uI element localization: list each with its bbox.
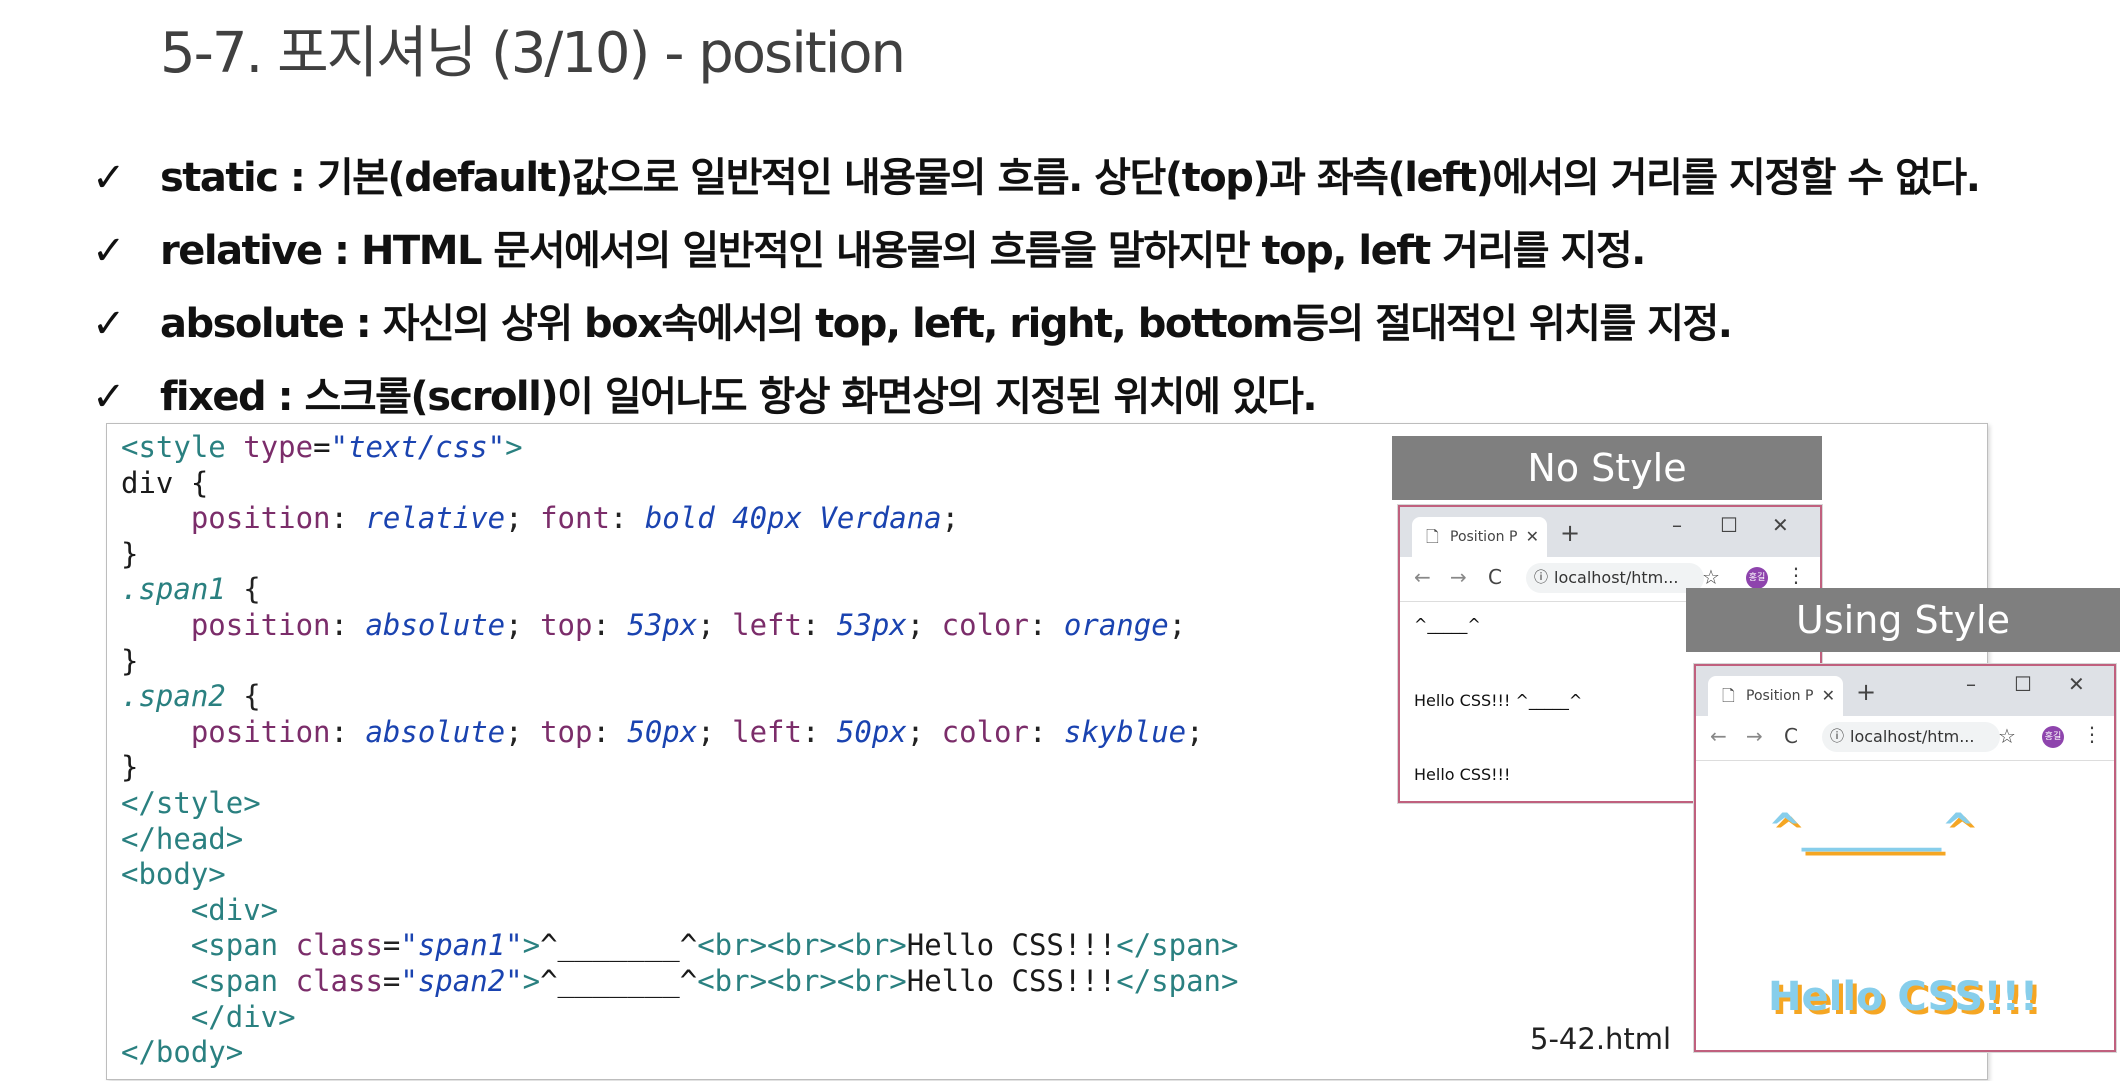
close-tab-icon[interactable]: ✕ [1822,676,1835,716]
code-line: </head> [121,821,244,856]
back-icon[interactable]: ← [1710,724,1727,748]
code-line: } [121,536,139,571]
bullet-static: ✓ static : 기본(default)값으로 일반적인 내용물의 흐름. 상… [92,145,1981,203]
code-line: } [121,643,139,678]
forward-icon[interactable]: → [1450,565,1467,589]
nostyle-line-1: ^_____^ [1414,615,1481,634]
check-icon: ✓ [92,301,126,347]
span2-face: ^_______^ [1768,806,1976,852]
bullet-text: fixed : 스크롤(scroll)이 일어나도 항상 화면상의 지정된 위치… [160,374,1318,420]
code-line: } [121,750,139,785]
back-icon[interactable]: ← [1414,565,1431,589]
nostyle-line-2: Hello CSS!!! ^_____^ [1414,691,1583,710]
bullet-text: relative : HTML 문서에서의 일반적인 내용물의 흐름을 말하지만… [160,228,1646,274]
span2-hello: Hello CSS!!! [1768,974,2039,1020]
close-window-icon[interactable]: ✕ [1772,513,1789,537]
page-title: 5-7. 포지셔닝 (3/10) - position [160,21,906,86]
new-tab-icon[interactable]: + [1560,519,1580,547]
code-line: <span class="span2">^_______^<br><br><br… [190,963,1239,998]
check-icon: ✓ [92,374,126,420]
usingstyle-header: Using Style [1686,588,2120,652]
code-line: <body> [121,857,226,892]
code-line: </div> [121,999,296,1034]
tab-title: Position P [1450,529,1518,545]
code-line: <style type="text/css"> [121,430,523,464]
address-bar: ← → C ⓘ localhost/htm... ☆ 홍길 ⋮ [1696,716,2114,761]
bullet-relative: ✓ relative : HTML 문서에서의 일반적인 내용물의 흐름을 말하지… [92,218,1646,276]
nostyle-line-3: Hello CSS!!! [1414,765,1511,784]
bookmark-star-icon[interactable]: ☆ [1998,724,2016,748]
code-line: <span class="span1">^_______^<br><br><br… [190,928,1239,963]
code-line: </style> [121,785,261,820]
document-icon: 🗋 [1426,527,1439,546]
code-line: </body> [121,1035,244,1070]
tab-bar: 🗋 Position P ✕ + – ☐ ✕ [1400,507,1820,557]
browser-tab[interactable]: 🗋 Position P ✕ [1708,676,1843,716]
avatar[interactable]: 홍길 [1746,567,1768,589]
code-line: .span1 { [121,572,261,607]
check-icon: ✓ [92,155,126,201]
code-line: div { [121,465,209,500]
check-icon: ✓ [92,228,126,274]
minimize-icon[interactable]: – [1672,513,1682,537]
code-line: position: absolute; top: 53px; left: 53p… [190,607,1187,642]
url-text: localhost/htm... [1554,568,1679,587]
info-icon: ⓘ [1534,570,1548,586]
code-line: .span2 { [121,679,261,714]
minimize-icon[interactable]: – [1966,672,1976,696]
info-icon: ⓘ [1830,729,1844,745]
browser-tab[interactable]: 🗋 Position P ✕ [1412,517,1547,557]
document-icon: 🗋 [1722,686,1735,705]
tab-title: Position P [1746,688,1814,704]
forward-icon[interactable]: → [1746,724,1763,748]
nostyle-header: No Style [1392,436,1822,500]
maximize-icon[interactable]: ☐ [2014,672,2032,696]
file-label: 5-42.html [1530,1022,1672,1056]
code-line: <div> [121,892,279,927]
code-line: position: absolute; top: 50px; left: 50p… [190,714,1204,749]
usingstyle-browser-window: 🗋 Position P ✕ + – ☐ ✕ ← → C ⓘ localhost… [1694,664,2116,1052]
tab-bar: 🗋 Position P ✕ + – ☐ ✕ [1696,666,2114,716]
bullet-absolute: ✓ absolute : 자신의 상위 box속에서의 top, left, ri… [92,291,1733,349]
maximize-icon[interactable]: ☐ [1720,513,1738,537]
avatar[interactable]: 홍길 [2042,726,2064,748]
reload-icon[interactable]: C [1488,565,1502,589]
bullet-text: static : 기본(default)값으로 일반적인 내용물의 흐름. 상단… [160,155,1981,201]
close-window-icon[interactable]: ✕ [2068,672,2085,696]
code-line: position: relative; font: bold 40px Verd… [190,501,960,536]
new-tab-icon[interactable]: + [1856,678,1876,706]
close-tab-icon[interactable]: ✕ [1526,517,1539,557]
bookmark-star-icon[interactable]: ☆ [1702,565,1720,589]
menu-icon[interactable]: ⋮ [1786,563,1806,587]
url-field[interactable]: ⓘ localhost/htm... [1526,563,1704,593]
bullet-text: absolute : 자신의 상위 box속에서의 top, left, rig… [160,301,1733,347]
code-listing: <style type="text/css"> div { position: … [121,430,1238,1071]
menu-icon[interactable]: ⋮ [2082,722,2102,746]
bullet-fixed: ✓ fixed : 스크롤(scroll)이 일어나도 항상 화면상의 지정된 위… [92,364,1318,422]
reload-icon[interactable]: C [1784,724,1798,748]
url-field[interactable]: ⓘ localhost/htm... [1822,722,2000,752]
url-text: localhost/htm... [1850,727,1975,746]
